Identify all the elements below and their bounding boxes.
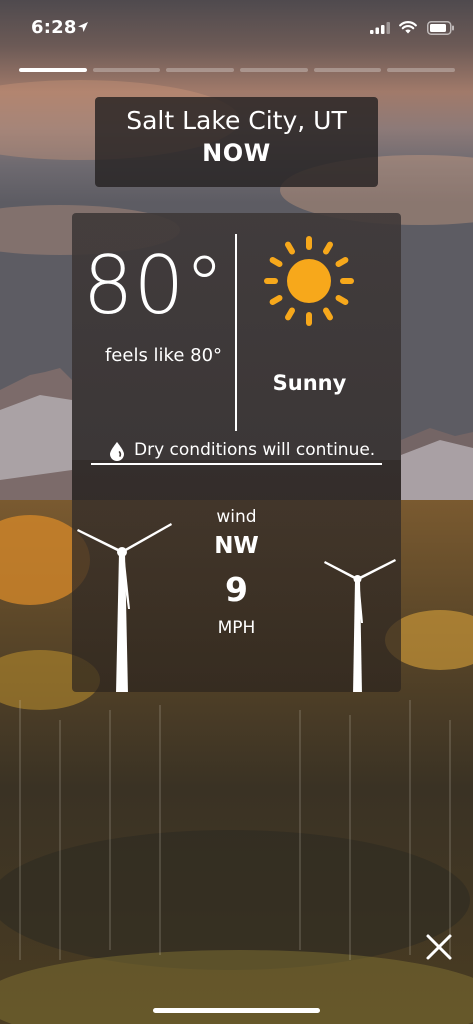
current-temperature: 80° [82,239,225,332]
progress-segment [240,68,308,72]
progress-segment [19,68,87,72]
cellular-signal-icon [370,22,390,34]
wind-speed-unit: MPH [217,618,256,638]
close-button[interactable] [424,932,454,962]
battery-icon [427,21,454,35]
condition-label: Sunny [272,371,347,395]
close-icon [426,934,452,960]
home-indicator[interactable] [153,1008,320,1013]
progress-segment [92,68,161,72]
sun-icon [264,236,354,326]
time-period-label: NOW [202,139,271,167]
progress-segment [313,68,382,72]
horizontal-divider [91,463,382,465]
status-bar: 6:28 [0,0,473,56]
vertical-divider [235,234,237,431]
city-name: Salt Lake City, UT [126,106,347,135]
feels-like-label: feels like 80° [104,345,223,366]
location-arrow-icon [78,22,88,32]
progress-segment-fill [19,68,87,72]
wind-direction: NW [214,533,259,559]
wifi-icon [399,21,417,34]
progress-segment [166,68,235,72]
status-time: 6:28 [31,17,77,38]
wind-label: wind [216,507,257,527]
wind-speed: 9 [225,570,248,609]
current-weather-card: 80° feels like 80° Sunny Dry conditions … [72,213,401,692]
forecast-summary: Dry conditions will continue. [134,440,376,460]
progress-segment [387,68,456,72]
water-drop-icon [110,442,124,461]
location-header-card: Salt Lake City, UT NOW [95,97,378,187]
story-progress-bar [19,68,456,72]
